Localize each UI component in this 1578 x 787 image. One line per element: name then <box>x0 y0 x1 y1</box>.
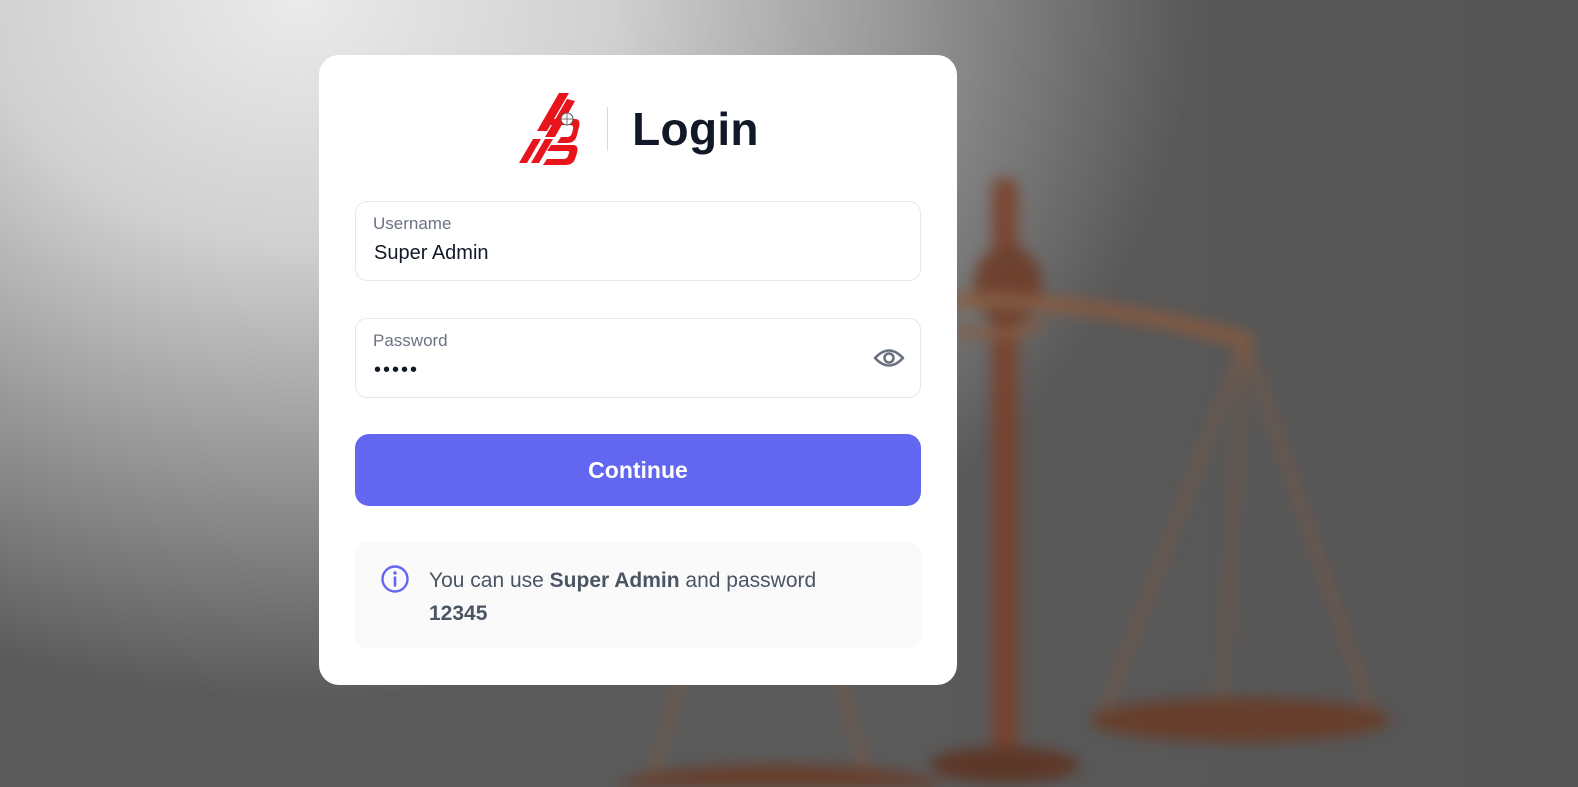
hint-username: Super Admin <box>549 569 680 592</box>
header-divider <box>607 107 609 151</box>
login-page: Login Username Password ••••• Continue Y… <box>0 0 1578 787</box>
hint-prefix: You can use <box>429 569 544 592</box>
username-input[interactable] <box>374 242 854 265</box>
company-logo-icon <box>519 93 580 165</box>
login-header: Login <box>319 91 957 167</box>
password-input[interactable]: ••••• <box>374 359 854 382</box>
info-icon <box>381 565 409 593</box>
page-title: Login <box>632 103 759 155</box>
password-label: Password <box>373 331 448 350</box>
login-card: Login Username Password ••••• Continue Y… <box>319 55 957 685</box>
username-field[interactable]: Username <box>355 201 921 281</box>
hint-middle: and password <box>685 569 817 592</box>
password-field[interactable]: Password ••••• <box>355 318 921 398</box>
username-label: Username <box>373 214 452 233</box>
hint-password: 12345 <box>429 602 488 625</box>
eye-icon[interactable] <box>873 344 905 372</box>
credentials-hint: You can use Super Admin and password 1234… <box>355 542 921 648</box>
continue-button[interactable]: Continue <box>355 434 921 506</box>
hint-text: You can use Super Admin and password 1234… <box>429 564 869 630</box>
